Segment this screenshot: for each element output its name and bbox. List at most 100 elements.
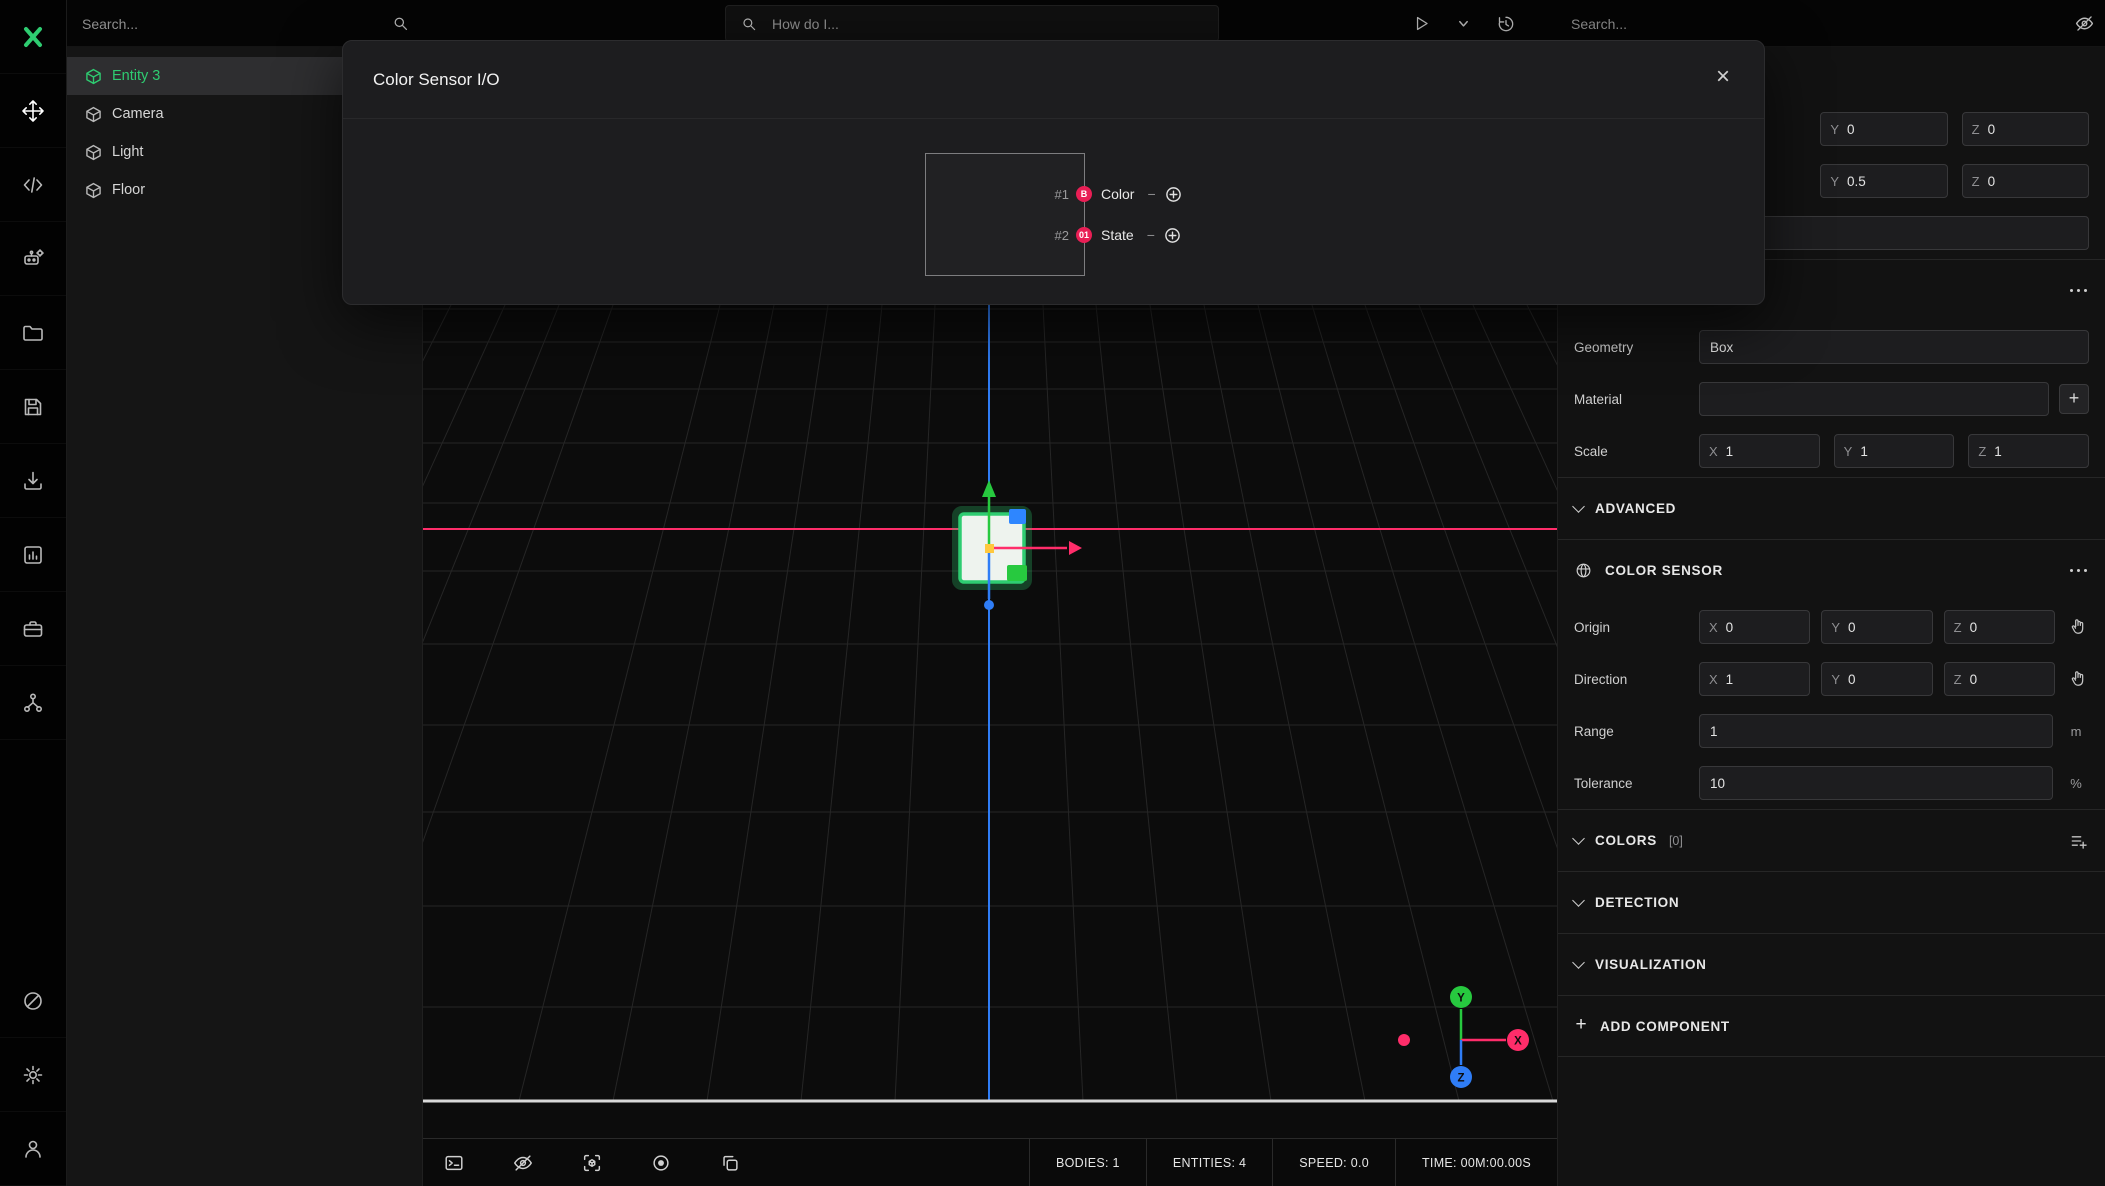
visualization-section-header[interactable]: VISUALIZATION bbox=[1558, 933, 2105, 995]
y-input[interactable] bbox=[1847, 122, 1938, 137]
settings-button[interactable] bbox=[0, 1038, 66, 1112]
add-connection-button[interactable] bbox=[1164, 227, 1181, 244]
geometry-input[interactable] bbox=[1699, 330, 2089, 364]
component-search-input[interactable] bbox=[1569, 15, 2019, 33]
y-input[interactable] bbox=[1847, 174, 1938, 189]
chevron-down-icon bbox=[1572, 956, 1585, 969]
direction-x-field[interactable]: X bbox=[1699, 662, 1810, 696]
origin-x-input[interactable] bbox=[1726, 620, 1801, 635]
y-field[interactable]: Y bbox=[1820, 112, 1947, 146]
axis-label: Y bbox=[1830, 174, 1839, 189]
advanced-section-header[interactable]: ADVANCED bbox=[1558, 477, 2105, 539]
account-button[interactable] bbox=[0, 1112, 66, 1186]
z-input[interactable] bbox=[1988, 122, 2079, 137]
disable-button[interactable] bbox=[0, 964, 66, 1038]
duplicate-button[interactable] bbox=[719, 1152, 741, 1174]
origin-z-field[interactable]: Z bbox=[1944, 610, 2055, 644]
z-input[interactable] bbox=[1988, 174, 2079, 189]
toolbox-button[interactable] bbox=[0, 592, 66, 666]
y-field[interactable]: Y bbox=[1820, 164, 1947, 198]
add-connection-button[interactable] bbox=[1165, 186, 1182, 203]
scale-x-field[interactable]: X bbox=[1699, 434, 1820, 468]
hierarchy-button[interactable] bbox=[0, 666, 66, 740]
toolbox-icon bbox=[21, 617, 45, 641]
z-field[interactable]: Z bbox=[1962, 164, 2089, 198]
import-button[interactable] bbox=[0, 444, 66, 518]
color-sensor-section-header[interactable]: COLOR SENSOR bbox=[1558, 539, 2105, 601]
tolerance-row: Tolerance % bbox=[1558, 757, 2105, 809]
help-search-input[interactable] bbox=[770, 15, 1204, 33]
chevron-down-icon[interactable] bbox=[1457, 17, 1470, 30]
hierarchy-search-input[interactable] bbox=[80, 15, 391, 33]
circle-plus-icon bbox=[1165, 186, 1182, 203]
direction-x-input[interactable] bbox=[1726, 672, 1801, 687]
pick-origin-button[interactable] bbox=[2069, 617, 2089, 637]
pin-label: State bbox=[1101, 227, 1134, 243]
detection-section-header[interactable]: DETECTION bbox=[1558, 871, 2105, 933]
history-icon[interactable] bbox=[1496, 14, 1516, 34]
help-search[interactable] bbox=[725, 5, 1219, 42]
pin-wire-stub: − bbox=[1147, 186, 1155, 202]
scale-z-input[interactable] bbox=[1994, 444, 2079, 459]
section-menu-button[interactable] bbox=[2068, 563, 2090, 579]
direction-z-input[interactable] bbox=[1970, 672, 2045, 687]
pin-type-badge: 01 bbox=[1076, 227, 1092, 243]
origin-y-field[interactable]: Y bbox=[1821, 610, 1932, 644]
stats-button[interactable] bbox=[0, 518, 66, 592]
axis-orientation-gizmo[interactable]: Y X Z bbox=[1398, 986, 1529, 1088]
colors-section-header[interactable]: COLORS [0] bbox=[1558, 809, 2105, 871]
axis-label: X bbox=[1709, 620, 1718, 635]
pin-type-badge: B bbox=[1076, 186, 1092, 202]
add-material-button[interactable]: + bbox=[2059, 384, 2089, 414]
play-button[interactable] bbox=[1412, 14, 1431, 33]
axis-label: Y bbox=[1831, 620, 1840, 635]
code-tool-button[interactable] bbox=[0, 148, 66, 222]
pick-direction-button[interactable] bbox=[2069, 669, 2089, 689]
record-button[interactable] bbox=[650, 1152, 672, 1174]
focus-selection-button[interactable] bbox=[581, 1152, 603, 1174]
toggle-visibility-button[interactable] bbox=[512, 1152, 534, 1174]
move-icon bbox=[21, 99, 45, 123]
origin-x-field[interactable]: X bbox=[1699, 610, 1810, 644]
direction-z-field[interactable]: Z bbox=[1944, 662, 2055, 696]
io-node-box[interactable] bbox=[925, 153, 1085, 276]
add-component-button[interactable]: + ADD COMPONENT bbox=[1558, 995, 2105, 1057]
axis-neg-x-ball bbox=[1398, 1034, 1410, 1046]
scale-z-field[interactable]: Z bbox=[1968, 434, 2089, 468]
search-icon bbox=[391, 14, 410, 33]
range-input[interactable] bbox=[1699, 714, 2053, 748]
origin-y-input[interactable] bbox=[1848, 620, 1923, 635]
files-button[interactable] bbox=[0, 296, 66, 370]
entity-label: Light bbox=[112, 144, 143, 160]
pin-row-state: #2 01 State − bbox=[1029, 222, 1181, 248]
node-tree-icon bbox=[21, 691, 45, 715]
app-logo[interactable] bbox=[0, 0, 66, 74]
move-tool-button[interactable] bbox=[0, 74, 66, 148]
material-input[interactable] bbox=[1699, 382, 2049, 416]
chevron-down-icon bbox=[1572, 894, 1585, 907]
scale-x-input[interactable] bbox=[1726, 444, 1810, 459]
close-button[interactable]: × bbox=[1716, 65, 1730, 89]
console-button[interactable] bbox=[443, 1152, 465, 1174]
save-button[interactable] bbox=[0, 370, 66, 444]
add-color-button[interactable] bbox=[2069, 831, 2089, 851]
section-title: COLOR SENSOR bbox=[1605, 563, 1723, 578]
section-menu-button[interactable] bbox=[2068, 283, 2090, 299]
tolerance-input[interactable] bbox=[1699, 766, 2053, 800]
section-title: DETECTION bbox=[1595, 895, 1679, 910]
slash-circle-icon bbox=[21, 989, 45, 1013]
scale-label: Scale bbox=[1574, 444, 1699, 459]
section-title: COLORS bbox=[1595, 833, 1657, 848]
direction-label: Direction bbox=[1574, 672, 1699, 687]
direction-y-input[interactable] bbox=[1848, 672, 1923, 687]
robot-tool-button[interactable] bbox=[0, 222, 66, 296]
hide-ui-button[interactable] bbox=[2074, 13, 2095, 34]
scale-y-field[interactable]: Y bbox=[1834, 434, 1955, 468]
scale-y-input[interactable] bbox=[1860, 444, 1944, 459]
origin-z-input[interactable] bbox=[1970, 620, 2045, 635]
code-icon bbox=[21, 173, 45, 197]
direction-y-field[interactable]: Y bbox=[1821, 662, 1932, 696]
z-field[interactable]: Z bbox=[1962, 112, 2089, 146]
tolerance-unit: % bbox=[2063, 776, 2089, 791]
axis-label: Z bbox=[1972, 122, 1980, 137]
